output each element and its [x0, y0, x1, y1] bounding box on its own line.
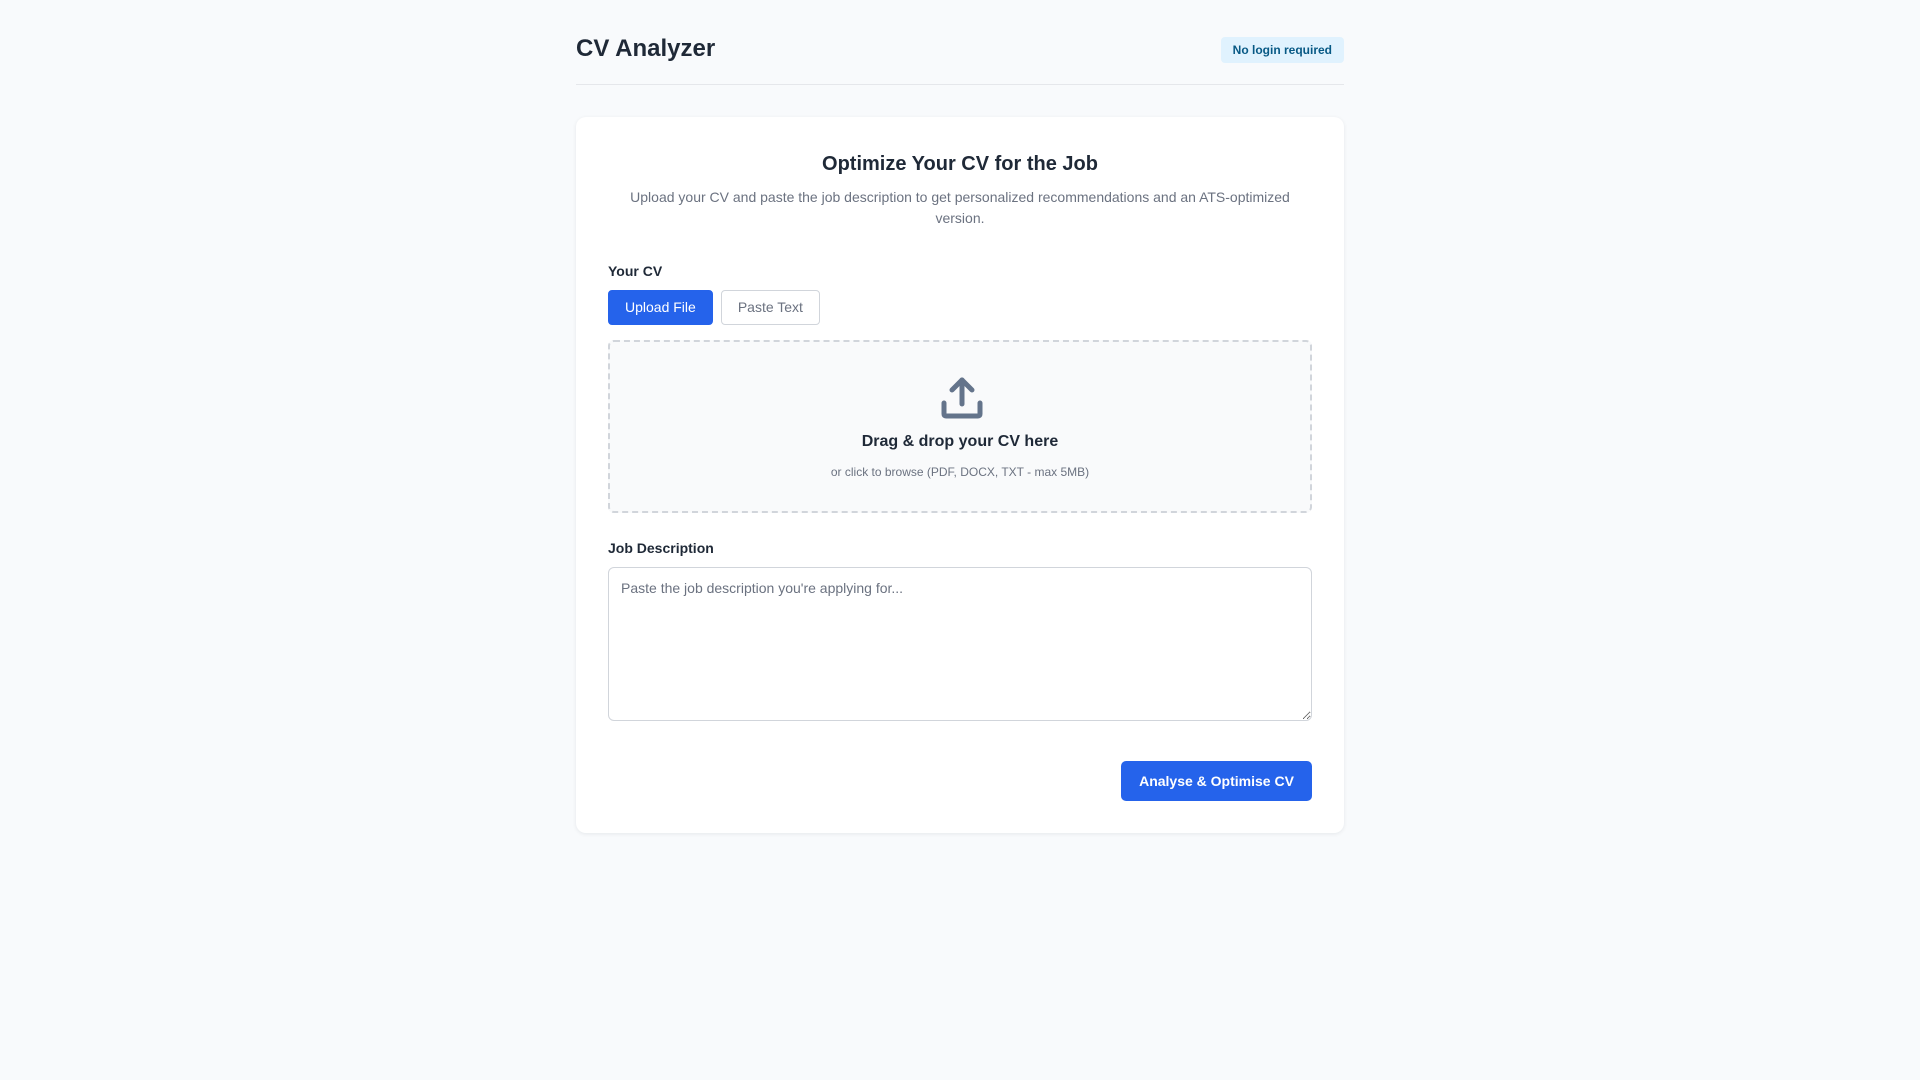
app-title: CV Analyzer [576, 35, 716, 62]
job-description-input[interactable] [608, 567, 1312, 721]
dropzone-title: Drag & drop your CV here [861, 433, 1059, 450]
analyse-optimise-button[interactable]: Analyse & Optimise CV [1121, 761, 1312, 801]
tab-upload-file[interactable]: Upload File [608, 290, 713, 325]
tab-paste-text[interactable]: Paste Text [720, 290, 820, 325]
no-login-badge: No login required [1220, 37, 1344, 63]
card-subtitle: Upload your CV and paste the job descrip… [630, 189, 1290, 226]
app-header: CV Analyzer No login required [576, 0, 1344, 85]
cv-form-card: Optimize Your CV for the Job Upload your… [576, 117, 1344, 833]
job-description-label: Job Description [608, 540, 714, 556]
card-title: Optimize Your CV for the Job [822, 153, 1098, 175]
cv-label: Your CV [608, 263, 663, 279]
cv-dropzone[interactable]: Drag & drop your CV here or click to bro… [608, 340, 1312, 513]
dropzone-hint: or click to browse (PDF, DOCX, TXT - max… [830, 465, 1090, 479]
upload-icon [941, 377, 983, 419]
cv-input-tabs: Upload File Paste Text [608, 290, 820, 325]
page: CV Analyzer No login required Optimize Y… [0, 0, 1920, 1080]
